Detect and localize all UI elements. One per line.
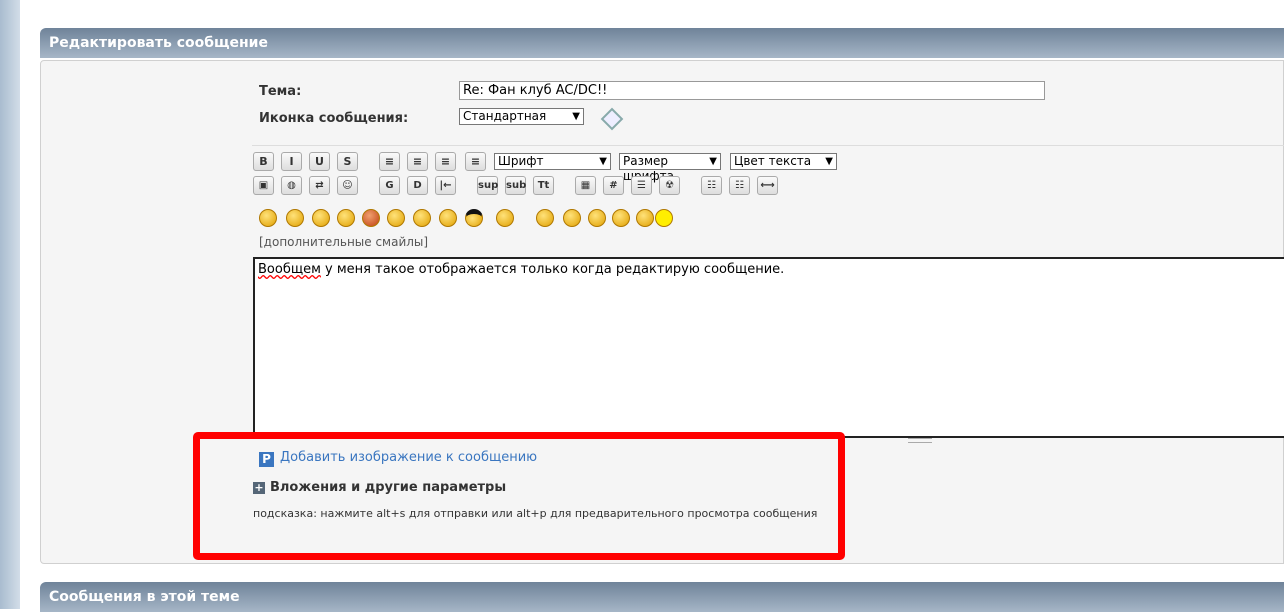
- code-button[interactable]: #: [603, 176, 624, 195]
- ordered-list-button[interactable]: ☷: [729, 176, 750, 195]
- misspelled-word: Вообщем: [258, 262, 321, 277]
- smiley-icon[interactable]: [362, 209, 380, 227]
- horizontal-rule-button[interactable]: ⟷: [757, 176, 778, 195]
- smiley-icon[interactable]: [588, 209, 606, 227]
- smiley-icon[interactable]: [496, 209, 514, 227]
- smiley-icon[interactable]: [259, 209, 277, 227]
- align-center-button[interactable]: ≡: [435, 152, 456, 171]
- smiley-icon[interactable]: [612, 209, 630, 227]
- underline-button[interactable]: U: [309, 152, 330, 171]
- insert-email-button[interactable]: ⇄: [309, 176, 330, 195]
- list-button[interactable]: ☷: [701, 176, 722, 195]
- spoiler-button[interactable]: ☢: [659, 176, 680, 195]
- resize-handle[interactable]: [908, 438, 932, 443]
- post-icon-label: Иконка сообщения:: [259, 111, 409, 126]
- smiley-icon[interactable]: [413, 209, 431, 227]
- smiley-icon[interactable]: [563, 209, 581, 227]
- smiley-icon[interactable]: [439, 209, 457, 227]
- italic-button[interactable]: I: [281, 152, 302, 171]
- message-textarea[interactable]: Вообщем у меня такое отображается только…: [253, 257, 1284, 438]
- smiley-icon[interactable]: [286, 209, 304, 227]
- google-button[interactable]: G: [379, 176, 400, 195]
- wiki-button[interactable]: D: [407, 176, 428, 195]
- text-color-select[interactable]: Цвет текста ▼: [730, 153, 837, 170]
- table-button[interactable]: ▦: [575, 176, 596, 195]
- smiley-icon[interactable]: [387, 209, 405, 227]
- font-value: Шрифт: [498, 154, 544, 168]
- insert-video-button[interactable]: ☺: [337, 176, 358, 195]
- more-smilies-link[interactable]: [дополнительные смайлы]: [259, 235, 428, 249]
- text-color-value: Цвет текста: [734, 154, 812, 168]
- strike-button[interactable]: S: [337, 152, 358, 171]
- chevron-down-icon: ▼: [599, 156, 607, 167]
- smiley-icon[interactable]: [312, 209, 330, 227]
- smiley-icon[interactable]: [536, 209, 554, 227]
- smiley-icon[interactable]: [337, 209, 355, 227]
- font-select[interactable]: Шрифт ▼: [494, 153, 611, 170]
- subject-label: Тема:: [259, 84, 302, 99]
- chevron-down-icon: ▼: [825, 156, 833, 167]
- message-text: у меня такое отображается только когда р…: [320, 262, 785, 277]
- superscript-button[interactable]: sup: [477, 176, 498, 195]
- font-size-select[interactable]: Размер шрифта▼: [619, 153, 721, 183]
- left-strip: [0, 0, 20, 609]
- bold-button[interactable]: B: [253, 152, 274, 171]
- indent-button[interactable]: |←: [435, 176, 456, 195]
- teletype-button[interactable]: Tt: [533, 176, 554, 195]
- edit-post-header: Редактировать сообщение: [40, 28, 1284, 58]
- align-right-button[interactable]: ≡: [465, 152, 486, 171]
- subject-input[interactable]: Re: Фан клуб AC/DC!!: [459, 81, 1045, 100]
- thread-posts-header: Сообщения в этой теме: [40, 582, 1284, 612]
- smiley-icon[interactable]: [636, 209, 654, 227]
- divider: [252, 145, 1284, 146]
- justify-button[interactable]: ≡: [407, 152, 428, 171]
- post-icon-value: Стандартная: [463, 109, 547, 123]
- chevron-down-icon: ▼: [709, 156, 717, 167]
- post-icon-select[interactable]: Стандартная ▼: [459, 108, 584, 125]
- insert-link-button[interactable]: ◍: [281, 176, 302, 195]
- insert-image-button[interactable]: ▣: [253, 176, 274, 195]
- quote-button[interactable]: ☰: [631, 176, 652, 195]
- smiley-icon[interactable]: [465, 209, 483, 227]
- highlight-box: [193, 432, 845, 560]
- subscript-button[interactable]: sub: [505, 176, 526, 195]
- smiley-icon[interactable]: [655, 209, 673, 227]
- chevron-down-icon: ▼: [572, 111, 580, 122]
- align-left-button[interactable]: ≡: [379, 152, 400, 171]
